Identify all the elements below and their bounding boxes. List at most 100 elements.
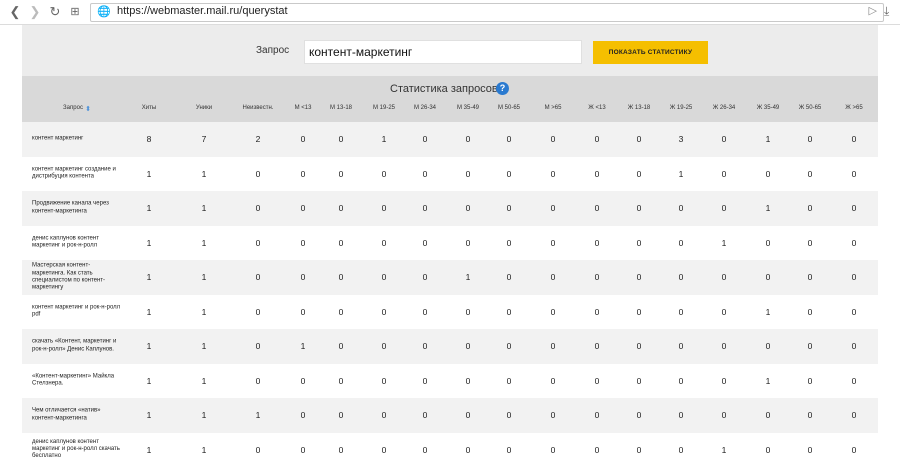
column-header[interactable]: Неизвестн. [243, 105, 274, 111]
value-cell: 0 [507, 238, 512, 248]
value-cell: 1 [382, 134, 387, 144]
reload-icon[interactable]: ↻ [46, 3, 64, 21]
query-cell: Чем отличается «натив» контент-маркетинг… [32, 408, 122, 423]
value-cell: 1 [766, 307, 771, 317]
value-cell: 0 [551, 134, 556, 144]
url-text: https://webmaster.mail.ru/querystat [117, 5, 288, 17]
download-icon[interactable]: ⤓ [884, 4, 889, 19]
value-cell: 0 [637, 410, 642, 420]
address-bar[interactable]: 🌐 https://webmaster.mail.ru/querystat ▷ [90, 3, 884, 22]
send-icon[interactable]: ▷ [869, 4, 877, 17]
value-cell: 0 [423, 169, 428, 179]
value-cell: 1 [202, 238, 207, 248]
column-header-query[interactable]: Запрос [63, 105, 83, 111]
sort-icon[interactable]: ⬍ [85, 105, 91, 113]
value-cell: 0 [256, 307, 261, 317]
value-cell: 1 [202, 341, 207, 351]
column-header[interactable]: Ж 35-49 [757, 105, 780, 111]
back-arrow-icon[interactable]: ❮ [6, 3, 24, 21]
value-cell: 0 [382, 272, 387, 282]
value-cell: 1 [147, 410, 152, 420]
value-cell: 1 [202, 169, 207, 179]
value-cell: 0 [339, 134, 344, 144]
show-stats-button[interactable]: ПОКАЗАТЬ СТАТИСТИКУ [593, 41, 708, 64]
value-cell: 0 [637, 341, 642, 351]
query-bar: Запрос контент-маркетинг ПОКАЗАТЬ СТАТИС… [22, 25, 878, 76]
value-cell: 1 [301, 341, 306, 351]
value-cell: 0 [637, 203, 642, 213]
column-header[interactable]: М 13-18 [330, 105, 352, 111]
value-cell: 0 [466, 307, 471, 317]
value-cell: 0 [382, 238, 387, 248]
column-header[interactable]: Хиты [142, 105, 156, 111]
value-cell: 0 [808, 272, 813, 282]
column-header[interactable]: Ж 26-34 [713, 105, 736, 111]
value-cell: 1 [679, 169, 684, 179]
column-header[interactable]: М 35-49 [457, 105, 479, 111]
value-cell: 1 [202, 307, 207, 317]
value-cell: 0 [551, 203, 556, 213]
column-header[interactable]: М 26-34 [414, 105, 436, 111]
value-cell: 0 [339, 445, 344, 455]
value-cell: 0 [722, 203, 727, 213]
stats-table: контент маркетинг87200100000030100контен… [22, 122, 878, 467]
column-header[interactable]: М <13 [295, 105, 312, 111]
value-cell: 0 [466, 134, 471, 144]
help-icon[interactable]: ? [496, 82, 509, 95]
value-cell: 0 [466, 169, 471, 179]
query-input[interactable]: контент-маркетинг [304, 40, 582, 64]
column-header[interactable]: М >65 [545, 105, 562, 111]
column-header[interactable]: Ж 19-25 [670, 105, 693, 111]
value-cell: 1 [147, 203, 152, 213]
value-cell: 0 [466, 238, 471, 248]
value-cell: 0 [301, 203, 306, 213]
value-cell: 0 [256, 238, 261, 248]
column-header[interactable]: Ж >65 [845, 105, 862, 111]
value-cell: 0 [551, 272, 556, 282]
column-header[interactable]: Ж <13 [588, 105, 605, 111]
value-cell: 0 [852, 272, 857, 282]
value-cell: 0 [852, 445, 857, 455]
value-cell: 0 [766, 410, 771, 420]
value-cell: 0 [466, 376, 471, 386]
value-cell: 0 [382, 307, 387, 317]
value-cell: 0 [722, 341, 727, 351]
query-cell: «Контент-маркетинг» Майкла Стелзнера. [32, 373, 122, 388]
value-cell: 1 [766, 134, 771, 144]
value-cell: 0 [766, 238, 771, 248]
value-cell: 1 [766, 376, 771, 386]
table-row: контент маркетинг и рок-н-ролл pdf110000… [22, 295, 878, 330]
value-cell: 0 [382, 169, 387, 179]
column-header[interactable]: Ж 50-65 [799, 105, 822, 111]
query-cell: Продвижение канала через контент-маркети… [32, 201, 122, 216]
value-cell: 0 [423, 341, 428, 351]
column-header[interactable]: Ж 13-18 [628, 105, 651, 111]
value-cell: 0 [808, 134, 813, 144]
tabs-grid-icon[interactable]: ⊞ [66, 3, 84, 21]
value-cell: 0 [507, 169, 512, 179]
value-cell: 0 [595, 307, 600, 317]
value-cell: 0 [637, 445, 642, 455]
column-header[interactable]: М 50-65 [498, 105, 520, 111]
value-cell: 1 [202, 272, 207, 282]
value-cell: 1 [202, 445, 207, 455]
value-cell: 1 [147, 169, 152, 179]
column-header[interactable]: Уники [196, 105, 212, 111]
value-cell: 0 [679, 238, 684, 248]
table-row: «Контент-маркетинг» Майкла Стелзнера.110… [22, 364, 878, 399]
value-cell: 0 [301, 238, 306, 248]
value-cell: 0 [301, 376, 306, 386]
column-header[interactable]: М 19-25 [373, 105, 395, 111]
value-cell: 0 [595, 445, 600, 455]
value-cell: 0 [722, 169, 727, 179]
value-cell: 0 [466, 203, 471, 213]
value-cell: 0 [852, 238, 857, 248]
value-cell: 0 [339, 238, 344, 248]
value-cell: 0 [256, 376, 261, 386]
forward-arrow-icon[interactable]: ❯ [26, 3, 44, 21]
value-cell: 1 [722, 445, 727, 455]
value-cell: 0 [256, 203, 261, 213]
value-cell: 0 [637, 238, 642, 248]
value-cell: 2 [256, 134, 261, 144]
value-cell: 1 [147, 238, 152, 248]
